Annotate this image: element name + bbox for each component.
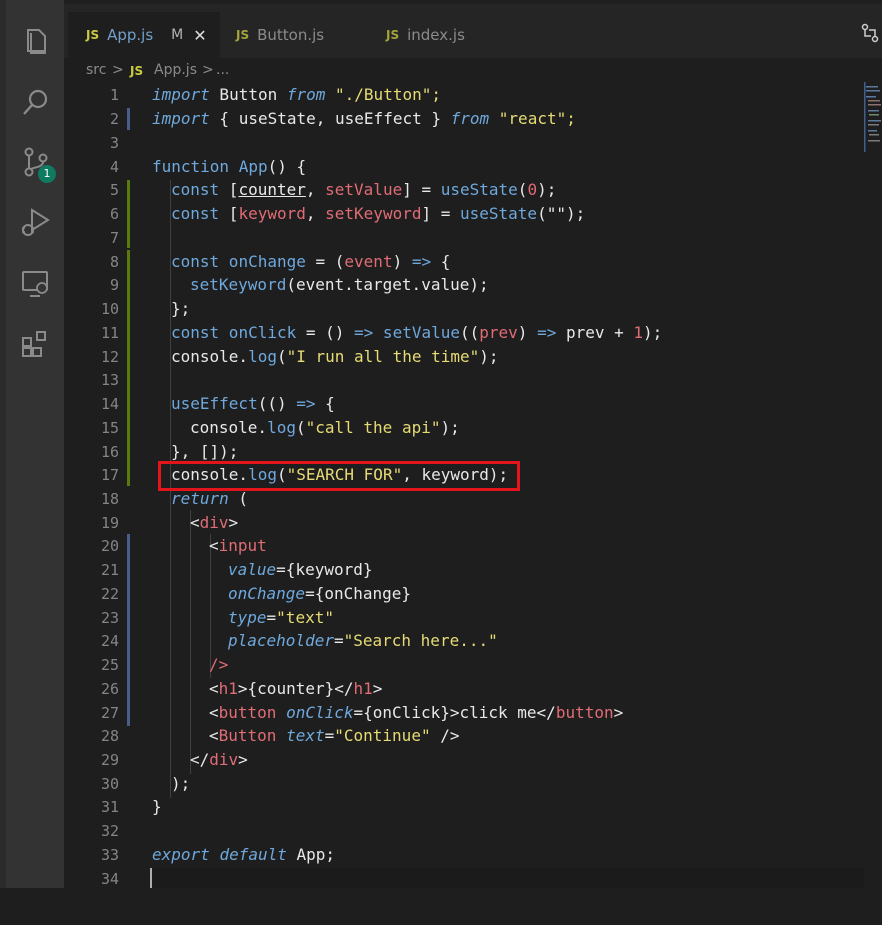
- line-number: 10: [100, 300, 119, 318]
- breadcrumb-folder[interactable]: src: [86, 62, 106, 78]
- js-file-icon: JS: [236, 28, 250, 42]
- tab-label: App.js: [107, 26, 154, 44]
- line-number: 27: [100, 704, 119, 722]
- code-line: 4 function App() {: [64, 156, 864, 180]
- text-cursor: [150, 868, 152, 888]
- line-number: 1: [109, 86, 119, 104]
- line-number: 7: [109, 229, 119, 247]
- tab-index-js[interactable]: JS index.js: [378, 12, 506, 58]
- tab-label: Button.js: [257, 26, 325, 44]
- code-line: 33 export default App;: [64, 844, 864, 868]
- line-number: 22: [100, 585, 119, 603]
- code-line: 9 setKeyword(event.target.value);: [64, 274, 864, 298]
- code-line: 20 <input: [64, 535, 864, 559]
- code-line: 3: [64, 132, 864, 156]
- line-number: 8: [109, 253, 119, 271]
- code-line: 16 }, []);: [64, 441, 864, 465]
- code-line: 21 value={keyword}: [64, 559, 864, 583]
- horizontal-scrollbar[interactable]: [150, 868, 864, 888]
- code-line: 2 import { useState, useEffect } from "r…: [64, 108, 864, 132]
- minimap[interactable]: [864, 82, 882, 888]
- line-number: 33: [100, 846, 119, 864]
- code-line: 12 console.log("I run all the time");: [64, 346, 864, 370]
- line-number: 13: [100, 371, 119, 389]
- line-number: 26: [100, 680, 119, 698]
- code-line: 25 />: [64, 654, 864, 678]
- tab-app-js[interactable]: JS App.js M ✕: [68, 12, 220, 58]
- code-line: 14 useEffect(() => {: [64, 393, 864, 417]
- breadcrumb-separator: >: [202, 62, 214, 78]
- breadcrumb-file[interactable]: App.js: [154, 62, 197, 78]
- source-control-badge: 1: [38, 165, 56, 183]
- code-editor[interactable]: 1 import Button from "./Button"; 2 impor…: [64, 82, 864, 888]
- code-line: 32: [64, 820, 864, 844]
- code-line: 1 import Button from "./Button";: [64, 84, 864, 108]
- js-file-icon: JS: [130, 64, 144, 78]
- code-line: 11 const onClick = () => setValue((prev)…: [64, 322, 864, 346]
- line-number: 18: [100, 490, 119, 508]
- code-line: 13: [64, 369, 864, 393]
- line-number: 12: [100, 348, 119, 366]
- window-edge: [0, 0, 6, 888]
- line-number: 9: [109, 276, 119, 294]
- modified-indicator: M: [171, 27, 184, 43]
- line-number: 6: [109, 205, 119, 223]
- code-line: 30 );: [64, 773, 864, 797]
- search-icon[interactable]: [18, 84, 54, 120]
- compare-changes-icon[interactable]: [860, 22, 880, 44]
- line-number: 32: [100, 822, 119, 840]
- tab-label: index.js: [407, 26, 465, 44]
- line-number: 34: [100, 870, 119, 888]
- code-line: 10 };: [64, 298, 864, 322]
- close-tab-icon[interactable]: ✕: [193, 26, 206, 45]
- js-file-icon: JS: [386, 28, 400, 42]
- line-number: 24: [100, 632, 119, 650]
- line-number: 14: [100, 395, 119, 413]
- line-number: 25: [100, 656, 119, 674]
- breadcrumb: src > JS App.js > ...: [64, 58, 882, 82]
- line-number: 20: [100, 537, 119, 555]
- code-line: 7: [64, 227, 864, 251]
- code-line: 23 type="text": [64, 607, 864, 631]
- line-number: 31: [100, 798, 119, 816]
- line-number: 15: [100, 419, 119, 437]
- code-line: 29 </div>: [64, 749, 864, 773]
- remote-explorer-icon[interactable]: [18, 266, 54, 302]
- js-file-icon: JS: [86, 28, 100, 42]
- breadcrumb-more[interactable]: ...: [216, 62, 229, 78]
- tab-button-js[interactable]: JS Button.js: [228, 12, 376, 58]
- line-number: 19: [100, 514, 119, 532]
- code-line: 17 console.log("SEARCH FOR", keyword);: [64, 464, 864, 488]
- code-line: 26 <h1>{counter}</h1>: [64, 678, 864, 702]
- line-number: 29: [100, 751, 119, 769]
- code-line: 15 console.log("call the api");: [64, 417, 864, 441]
- line-number: 11: [100, 324, 119, 342]
- line-number: 16: [100, 443, 119, 461]
- run-debug-icon[interactable]: [18, 204, 54, 240]
- code-line: 22 onChange={onChange}: [64, 583, 864, 607]
- extensions-icon[interactable]: [18, 326, 54, 362]
- line-number: 30: [100, 775, 119, 793]
- code-line: 8 const onChange = (event) => {: [64, 251, 864, 275]
- title-strip: [64, 0, 882, 4]
- line-number: 23: [100, 609, 119, 627]
- activity-bar: 1: [0, 0, 64, 888]
- code-line: 28 <Button text="Continue" />: [64, 725, 864, 749]
- line-number: 2: [109, 110, 119, 128]
- line-number: 4: [109, 158, 119, 176]
- code-line: 31 }: [64, 796, 864, 820]
- line-number: 3: [109, 134, 119, 152]
- code-line: 24 placeholder="Search here...": [64, 630, 864, 654]
- code-line: 6 const [keyword, setKeyword] = useState…: [64, 203, 864, 227]
- code-line: 27 <button onClick={onClick}>click me</b…: [64, 702, 864, 726]
- line-number: 5: [109, 181, 119, 199]
- breadcrumb-separator: >: [112, 62, 124, 78]
- explorer-icon[interactable]: [18, 24, 54, 60]
- line-number: 28: [100, 727, 119, 745]
- code-line: 19 <div>: [64, 512, 864, 536]
- code-line: 5 const [counter, setValue] = useState(0…: [64, 179, 864, 203]
- line-number: 21: [100, 561, 119, 579]
- code-line: 18 return (: [64, 488, 864, 512]
- line-number: 17: [100, 466, 119, 484]
